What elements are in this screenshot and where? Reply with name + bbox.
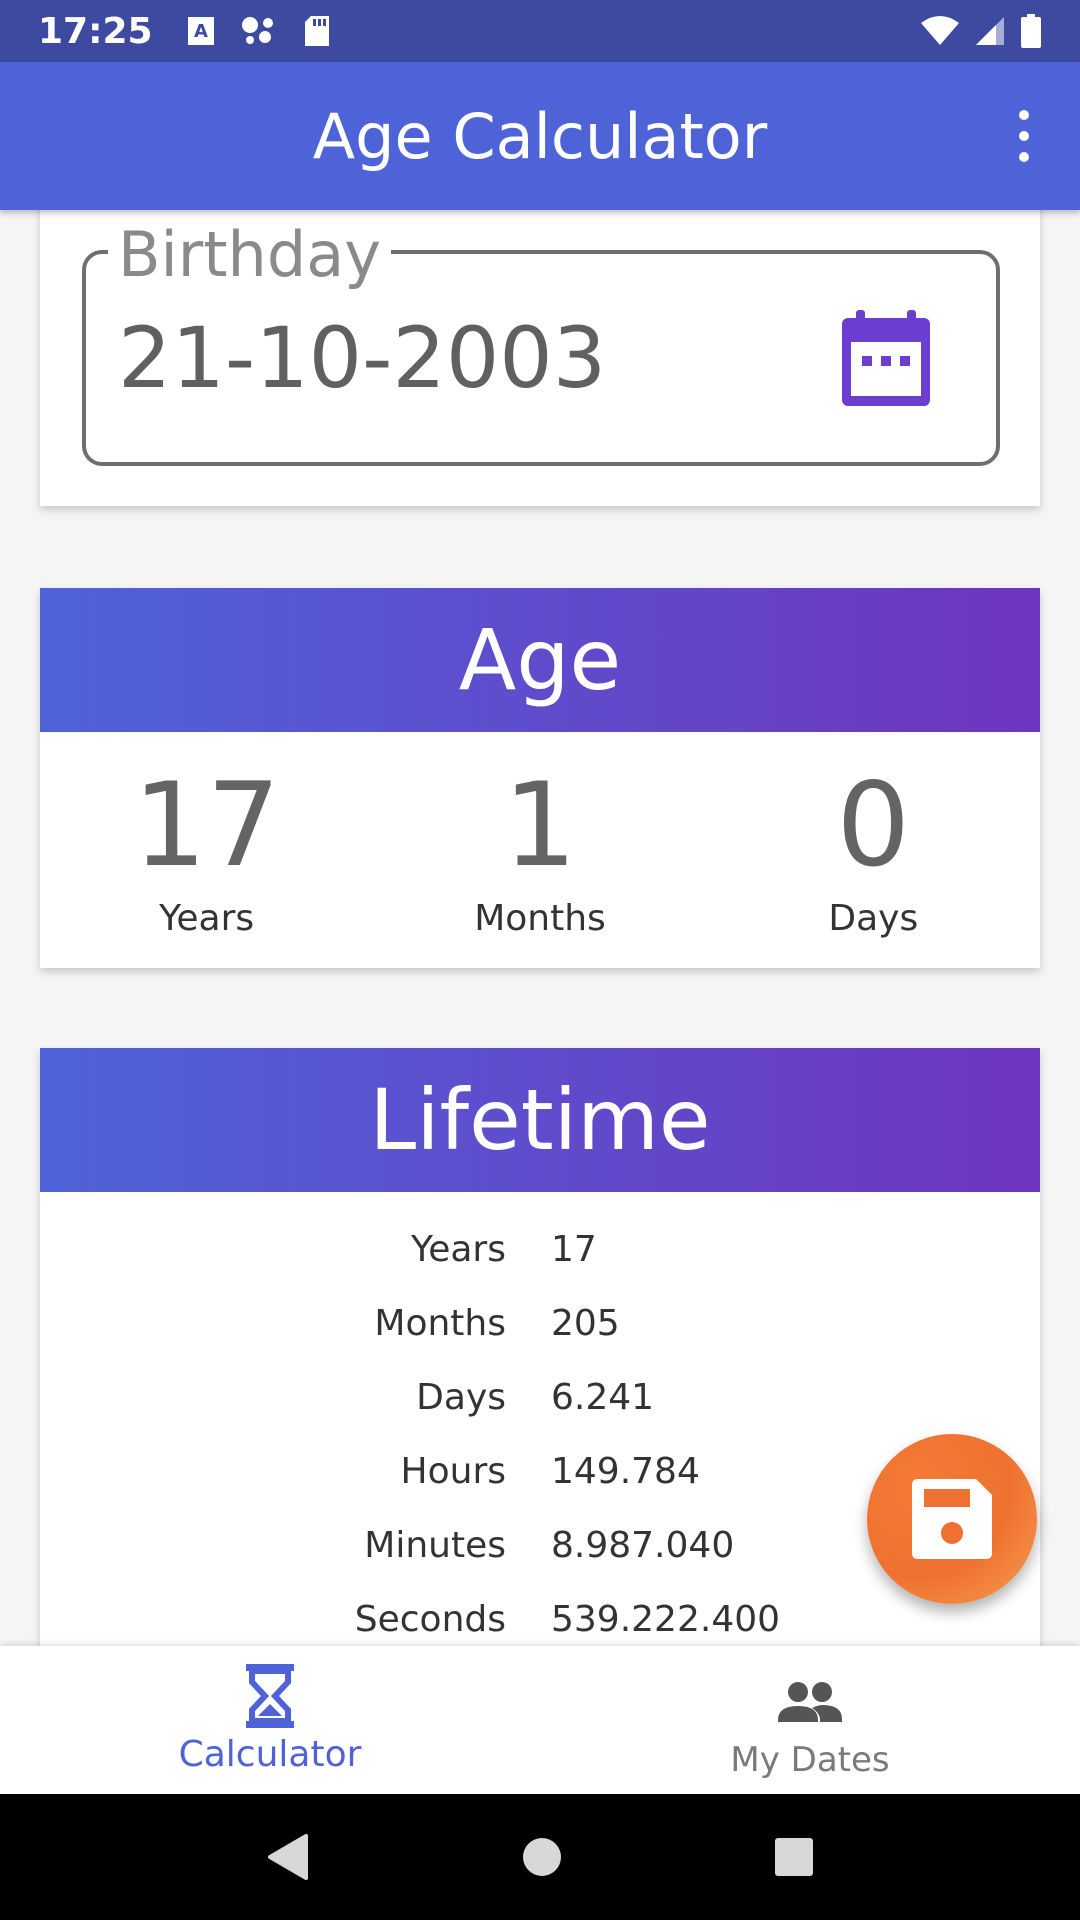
sd-card-icon bbox=[304, 16, 329, 46]
age-days-unit: Days bbox=[828, 898, 919, 939]
lifetime-label: Years bbox=[411, 1228, 506, 1270]
battery-icon bbox=[1021, 14, 1041, 48]
svg-text:A: A bbox=[194, 21, 208, 42]
lifetime-rows: Years 17 Months 205 Days 6.241 Hours 149… bbox=[40, 1192, 1040, 1656]
lifetime-value: 539.222.400 bbox=[551, 1598, 781, 1640]
status-right-icons bbox=[920, 14, 1042, 48]
nav-label-my-dates: My Dates bbox=[730, 1740, 890, 1780]
save-fab-button[interactable] bbox=[867, 1434, 1037, 1604]
app-title: Age Calculator bbox=[312, 99, 768, 173]
age-months-value: 1 bbox=[503, 758, 577, 893]
nav-item-calculator[interactable]: Calculator bbox=[0, 1646, 540, 1794]
lifetime-value: 6.241 bbox=[551, 1376, 655, 1418]
bottom-nav: Calculator My Dates bbox=[0, 1646, 1080, 1794]
age-months: 1 Months bbox=[373, 732, 706, 968]
lifetime-label: Minutes bbox=[364, 1524, 506, 1566]
calendar-icon[interactable] bbox=[838, 310, 934, 408]
lifetime-row-days: Days 6.241 bbox=[40, 1360, 1040, 1434]
age-years-unit: Years bbox=[159, 898, 255, 939]
assistant-dots-icon bbox=[241, 17, 273, 44]
nav-item-my-dates[interactable]: My Dates bbox=[540, 1646, 1080, 1794]
lifetime-header: Lifetime bbox=[40, 1048, 1040, 1192]
lifetime-value: 149.784 bbox=[551, 1450, 700, 1492]
lifetime-label: Seconds bbox=[354, 1598, 506, 1640]
lifetime-title: Lifetime bbox=[369, 1071, 711, 1169]
lifetime-value: 17 bbox=[551, 1228, 597, 1270]
recents-icon[interactable] bbox=[774, 1837, 814, 1877]
birthday-field[interactable]: Birthday 21-10-2003 bbox=[82, 224, 1000, 466]
hourglass-icon bbox=[246, 1664, 294, 1728]
lifetime-row-months: Months 205 bbox=[40, 1286, 1040, 1360]
lifetime-row-seconds: Seconds 539.222.400 bbox=[40, 1582, 1040, 1656]
text-a-icon: A bbox=[187, 17, 214, 45]
age-days: 0 Days bbox=[707, 732, 1040, 968]
save-icon bbox=[912, 1479, 992, 1559]
signal-icon bbox=[976, 17, 1004, 45]
more-vert-icon[interactable] bbox=[992, 102, 1056, 170]
age-months-unit: Months bbox=[474, 898, 606, 939]
age-title: Age bbox=[458, 611, 622, 709]
people-icon bbox=[778, 1682, 842, 1722]
birthday-label: Birthday bbox=[108, 224, 391, 286]
status-left-icons: A bbox=[187, 15, 331, 47]
app-bar: Age Calculator bbox=[0, 62, 1080, 210]
age-card: Age 17 Years 1 Months 0 Days bbox=[40, 588, 1040, 968]
system-nav-bar bbox=[0, 1794, 1080, 1920]
home-icon[interactable] bbox=[522, 1837, 562, 1877]
screen: 17:25 A Age Calculator Birthday 21-10-20… bbox=[0, 0, 1080, 1920]
lifetime-value: 205 bbox=[551, 1302, 620, 1344]
nav-label-calculator: Calculator bbox=[178, 1734, 362, 1775]
status-bar: 17:25 A bbox=[0, 0, 1080, 62]
age-years-value: 17 bbox=[132, 758, 281, 893]
age-years: 17 Years bbox=[40, 732, 373, 968]
age-values: 17 Years 1 Months 0 Days bbox=[40, 732, 1040, 968]
status-time: 17:25 bbox=[38, 10, 153, 52]
birthday-value[interactable]: 21-10-2003 bbox=[118, 316, 606, 400]
lifetime-row-years: Years 17 bbox=[40, 1212, 1040, 1286]
lifetime-label: Days bbox=[416, 1376, 506, 1418]
age-header: Age bbox=[40, 588, 1040, 732]
birthday-card: Birthday 21-10-2003 bbox=[40, 200, 1040, 506]
age-days-value: 0 bbox=[836, 758, 911, 893]
lifetime-label: Hours bbox=[400, 1450, 506, 1492]
lifetime-value: 8.987.040 bbox=[551, 1524, 735, 1566]
back-icon[interactable] bbox=[266, 1832, 310, 1882]
lifetime-label: Months bbox=[374, 1302, 506, 1344]
wifi-icon bbox=[921, 16, 959, 45]
